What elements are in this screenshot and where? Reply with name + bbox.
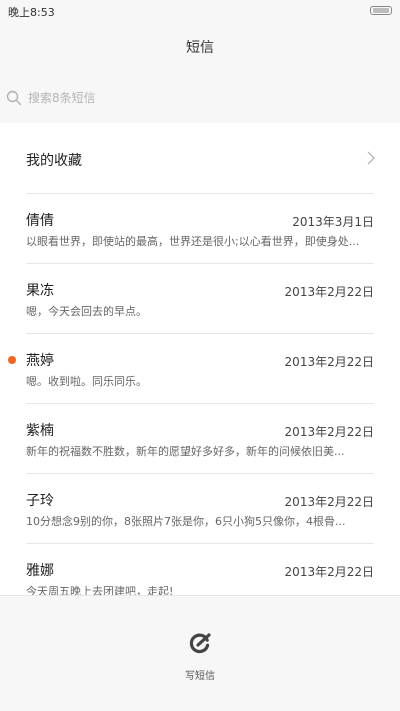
message-preview: 嗯。收到啦。同乐同乐。 bbox=[26, 375, 147, 388]
search-bar[interactable] bbox=[6, 87, 386, 109]
conversation-list: 我的收藏 倩倩 2013年3月1日 以眼看世界，即使站的最高，世界还是很小;以心… bbox=[0, 123, 400, 595]
compose-button[interactable]: 写短信 bbox=[0, 596, 400, 711]
message-date: 2013年2月22日 bbox=[284, 495, 374, 509]
message-preview: 今天周五晚上去团建吧，走起! bbox=[26, 585, 174, 595]
contact-name: 燕婷 bbox=[26, 353, 54, 369]
favorites-row[interactable]: 我的收藏 bbox=[0, 123, 400, 193]
conversation-row[interactable]: 紫楠 2013年2月22日 新年的祝福数不胜数，新年的愿望好多好多，新年的问候依… bbox=[0, 403, 400, 473]
favorites-label: 我的收藏 bbox=[26, 153, 82, 169]
message-preview: 以眼看世界，即使站的最高，世界还是很小;以心看世界，即使身处... bbox=[26, 235, 360, 248]
contact-name: 子玲 bbox=[26, 493, 54, 509]
compose-icon bbox=[189, 633, 211, 654]
message-date: 2013年2月22日 bbox=[284, 285, 374, 299]
search-input[interactable] bbox=[28, 91, 328, 105]
conversation-row[interactable]: 燕婷 2013年2月22日 嗯。收到啦。同乐同乐。 bbox=[0, 333, 400, 403]
message-preview: 嗯，今天会回去的早点。 bbox=[26, 305, 147, 318]
search-icon bbox=[6, 90, 22, 106]
status-time: 晚上8:53 bbox=[8, 6, 55, 19]
message-date: 2013年2月22日 bbox=[284, 425, 374, 439]
contact-name: 雅娜 bbox=[26, 563, 54, 579]
contact-name: 果冻 bbox=[26, 283, 54, 299]
page-title: 短信 bbox=[186, 40, 214, 56]
message-preview: 新年的祝福数不胜数，新年的愿望好多好多，新年的问候依旧美... bbox=[26, 445, 345, 458]
status-bar: 晚上8:53 bbox=[0, 0, 400, 22]
conversation-row[interactable]: 子玲 2013年2月22日 10分想念9别的你，8张照片7张是你，6只小狗5只像… bbox=[0, 473, 400, 543]
conversation-row[interactable]: 果冻 2013年2月22日 嗯，今天会回去的早点。 bbox=[0, 263, 400, 333]
message-preview: 10分想念9别的你，8张照片7张是你，6只小狗5只像你，4根骨... bbox=[26, 515, 346, 528]
contact-name: 倩倩 bbox=[26, 213, 54, 229]
conversation-row[interactable]: 雅娜 2013年2月22日 今天周五晚上去团建吧，走起! bbox=[0, 543, 400, 595]
chevron-right-icon bbox=[367, 151, 375, 165]
unread-indicator bbox=[8, 356, 16, 364]
conversation-row[interactable]: 倩倩 2013年3月1日 以眼看世界，即使站的最高，世界还是很小;以心看世界，即… bbox=[0, 193, 400, 263]
message-date: 2013年2月22日 bbox=[284, 565, 374, 579]
battery-icon bbox=[370, 6, 392, 15]
message-date: 2013年2月22日 bbox=[284, 355, 374, 369]
contact-name: 紫楠 bbox=[26, 423, 54, 439]
message-date: 2013年3月1日 bbox=[292, 215, 374, 229]
compose-label: 写短信 bbox=[185, 671, 215, 682]
